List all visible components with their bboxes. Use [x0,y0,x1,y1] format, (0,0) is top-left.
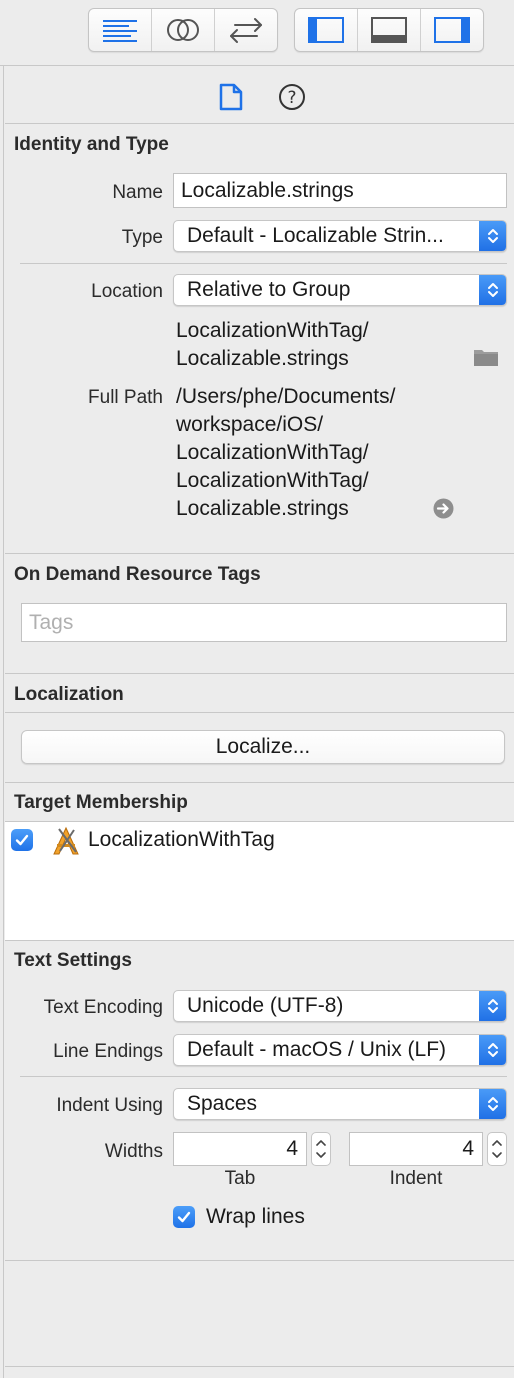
navigator-panel-icon [308,17,344,43]
localization-section-title: Localization [14,684,124,705]
utilities-panel-icon [434,17,470,43]
location-value: Relative to Group [187,278,351,301]
text-settings-divider [20,1076,507,1077]
popup-arrows-icon [479,1035,506,1065]
target-name: LocalizationWithTag [88,828,275,851]
tags-field[interactable]: Tags [21,603,507,642]
version-editor-button[interactable] [215,9,277,51]
popup-arrows-icon [479,991,506,1021]
toggle-debug-area-button[interactable] [358,9,421,51]
localization-header-divider [5,712,514,713]
checkmark-icon [15,834,29,846]
assistant-editor-icon [167,19,199,41]
assistant-editor-button[interactable] [152,9,215,51]
section-divider [5,673,514,674]
full-path-line: LocalizationWithTag/ [176,469,369,492]
name-field[interactable]: Localizable.strings [173,173,507,208]
full-path-line: /Users/phe/Documents/ [176,385,396,408]
indent-using-label: Indent Using [56,1095,163,1116]
target-membership-title: Target Membership [14,792,188,813]
section-divider [5,782,514,783]
section-divider [5,553,514,554]
tab-width-field[interactable]: 4 [173,1132,307,1166]
app-target-icon [50,825,82,862]
quick-help-tab[interactable]: ? [278,83,306,111]
name-value: Localizable.strings [181,178,354,202]
text-settings-title: Text Settings [14,950,132,971]
debug-panel-icon [371,17,407,43]
full-path-line: Localizable.strings [176,497,349,520]
text-encoding-label: Text Encoding [43,997,163,1018]
identity-section-title: Identity and Type [14,134,169,155]
identity-divider [20,263,507,264]
indent-width-field[interactable]: 4 [349,1132,483,1166]
standard-editor-button[interactable] [89,9,152,51]
tab-width-label: Tab [224,1168,256,1189]
toggle-utilities-button[interactable] [421,9,483,51]
wrap-lines-checkbox[interactable] [173,1206,195,1228]
indent-width-label: Indent [389,1168,443,1189]
text-encoding-value: Unicode (UTF-8) [187,994,344,1017]
location-popup[interactable]: Relative to Group [173,274,507,306]
odr-section-title: On Demand Resource Tags [14,564,261,585]
panels-segmented-control [294,8,484,52]
tab-width-stepper[interactable] [311,1132,331,1166]
editor-mode-segmented-control [88,8,278,52]
line-endings-label: Line Endings [53,1041,163,1062]
location-label: Location [91,281,163,302]
indent-using-value: Spaces [187,1092,258,1115]
toolbar [0,0,514,66]
section-divider [5,1260,514,1261]
standard-editor-icon [103,20,137,42]
stepper-arrows-icon [492,1140,502,1158]
popup-arrows-icon [479,221,506,251]
popup-arrows-icon [479,1089,506,1119]
file-inspector-icon [219,83,243,111]
section-divider [5,1366,514,1367]
line-endings-popup[interactable]: Default - macOS / Unix (LF) [173,1034,507,1066]
type-label: Type [121,227,163,248]
stepper-arrows-icon [316,1140,326,1158]
version-editor-icon [230,18,262,43]
popup-arrows-icon [479,275,506,305]
quick-help-icon: ? [279,84,305,110]
full-path-label: Full Path [88,387,163,408]
line-endings-value: Default - macOS / Unix (LF) [187,1038,447,1061]
reveal-folder-button[interactable] [473,347,499,372]
svg-text:?: ? [287,88,296,108]
target-checkbox[interactable] [11,829,33,851]
reveal-in-finder-button[interactable] [433,498,454,524]
full-path-line: LocalizationWithTag/ [176,441,369,464]
type-value: Default - Localizable Strin... [187,224,444,247]
panel-edge [0,66,4,1378]
tags-placeholder: Tags [29,610,74,634]
name-label: Name [112,182,163,203]
text-encoding-popup[interactable]: Unicode (UTF-8) [173,990,507,1022]
indent-width-stepper[interactable] [487,1132,507,1166]
wrap-lines-label: Wrap lines [206,1205,305,1228]
inspector-tabs: ? [5,66,514,124]
location-path-line2: Localizable.strings [176,347,349,370]
section-divider [5,940,514,941]
arrow-circle-icon [433,498,454,519]
indent-using-popup[interactable]: Spaces [173,1088,507,1120]
toggle-navigator-button[interactable] [295,9,358,51]
folder-icon [474,350,498,366]
checkmark-icon [177,1211,191,1223]
widths-label: Widths [104,1141,163,1162]
full-path-line: workspace/iOS/ [176,413,324,436]
file-inspector-tab[interactable] [217,83,245,111]
localize-button[interactable]: Localize... [21,730,505,764]
location-path-line1: LocalizationWithTag/ [176,319,369,342]
type-popup[interactable]: Default - Localizable Strin... [173,220,507,252]
